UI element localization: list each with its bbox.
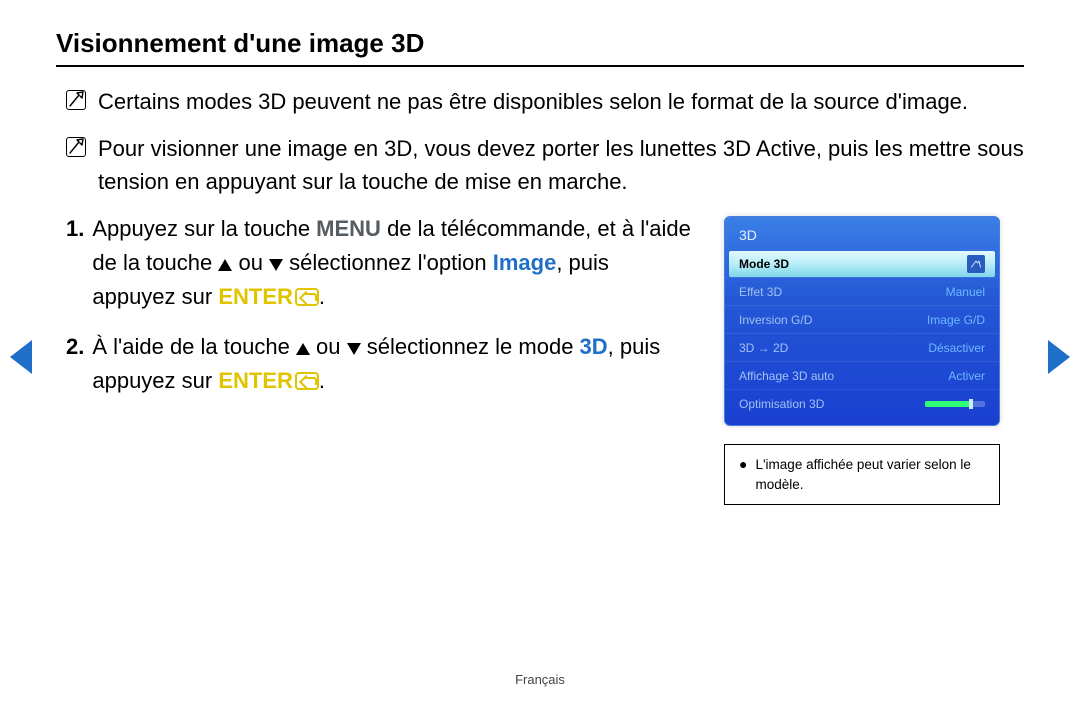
caption-box: ● L'image affichée peut varier selon le … — [724, 444, 1000, 505]
steps: 1. Appuyez sur la touche MENU de la télé… — [56, 212, 696, 414]
next-page-arrow[interactable] — [1048, 340, 1070, 374]
menu-row-effet-3d[interactable]: Effet 3D Manuel — [725, 277, 999, 305]
step-number: 1. — [66, 212, 84, 314]
text-fragment: . — [319, 368, 325, 393]
right-column: 3D Mode 3D Effet 3D Manuel Inversion G/D… — [724, 216, 1024, 505]
enter-keyword: ENTER — [218, 284, 293, 309]
menu-row-3d-2d[interactable]: 3D → 2D Désactiver — [725, 333, 999, 361]
text-fragment: À l'aide de la touche — [92, 334, 296, 359]
menu-keyword: MENU — [316, 216, 381, 241]
menu-row-label: Optimisation 3D — [739, 397, 824, 411]
menu-row-label: Effet 3D — [739, 285, 782, 299]
three-d-menu-panel: 3D Mode 3D Effet 3D Manuel Inversion G/D… — [724, 216, 1000, 426]
note-2: Pour visionner une image en 3D, vous dev… — [56, 132, 1024, 198]
note-icon — [66, 137, 86, 157]
step-number: 2. — [66, 330, 84, 398]
menu-row-inversion[interactable]: Inversion G/D Image G/D — [725, 305, 999, 333]
up-arrow-icon — [218, 259, 232, 271]
optimisation-slider[interactable] — [925, 401, 985, 407]
slider-fill — [925, 401, 971, 407]
menu-row-label: Mode 3D — [739, 257, 789, 271]
bullet-icon: ● — [739, 455, 747, 494]
text-fragment: Appuyez sur la touche — [92, 216, 316, 241]
page-title: Visionnement d'une image 3D — [56, 28, 1024, 59]
enter-icon — [295, 288, 319, 306]
footer-language: Français — [0, 672, 1080, 687]
page: Visionnement d'une image 3D Certains mod… — [0, 0, 1080, 705]
menu-row-value: Désactiver — [928, 341, 985, 355]
menu-row-optimisation[interactable]: Optimisation 3D — [725, 389, 999, 417]
menu-row-value: Activer — [948, 369, 985, 383]
note-text: Certains modes 3D peuvent ne pas être di… — [98, 85, 968, 118]
text-fragment: ou — [232, 250, 269, 275]
enter-icon — [295, 372, 319, 390]
three-d-keyword: 3D — [580, 334, 608, 359]
body-area: 1. Appuyez sur la touche MENU de la télé… — [56, 212, 1024, 505]
menu-row-value: Manuel — [946, 285, 985, 299]
step-2: 2. À l'aide de la touche ou sélectionnez… — [66, 330, 696, 398]
down-arrow-icon — [347, 343, 361, 355]
menu-row-label: Affichage 3D auto — [739, 369, 834, 383]
title-underline — [56, 65, 1024, 67]
menu-row-label: 3D → 2D — [739, 341, 788, 355]
text-fragment: sélectionnez le mode — [361, 334, 580, 359]
prev-page-arrow[interactable] — [10, 340, 32, 374]
note-text: Pour visionner une image en 3D, vous dev… — [98, 132, 1024, 198]
note-1: Certains modes 3D peuvent ne pas être di… — [56, 85, 1024, 118]
up-arrow-icon — [296, 343, 310, 355]
menu-row-value: Image G/D — [927, 313, 985, 327]
note-icon — [66, 90, 86, 110]
image-keyword: Image — [493, 250, 557, 275]
menu-row-label: Inversion G/D — [739, 313, 812, 327]
mode-3d-icon — [967, 255, 985, 273]
text-fragment: sélectionnez l'option — [283, 250, 493, 275]
text-fragment: ou — [310, 334, 347, 359]
slider-thumb[interactable] — [969, 399, 973, 409]
step-1: 1. Appuyez sur la touche MENU de la télé… — [66, 212, 696, 314]
step-text: Appuyez sur la touche MENU de la télécom… — [92, 212, 696, 314]
menu-header: 3D — [725, 217, 999, 251]
menu-row-affichage-auto[interactable]: Affichage 3D auto Activer — [725, 361, 999, 389]
caption-text: L'image affichée peut varier selon le mo… — [755, 455, 985, 494]
menu-row-mode-3d[interactable]: Mode 3D — [729, 251, 995, 277]
enter-keyword: ENTER — [218, 368, 293, 393]
step-text: À l'aide de la touche ou sélectionnez le… — [92, 330, 696, 398]
down-arrow-icon — [269, 259, 283, 271]
text-fragment: . — [319, 284, 325, 309]
